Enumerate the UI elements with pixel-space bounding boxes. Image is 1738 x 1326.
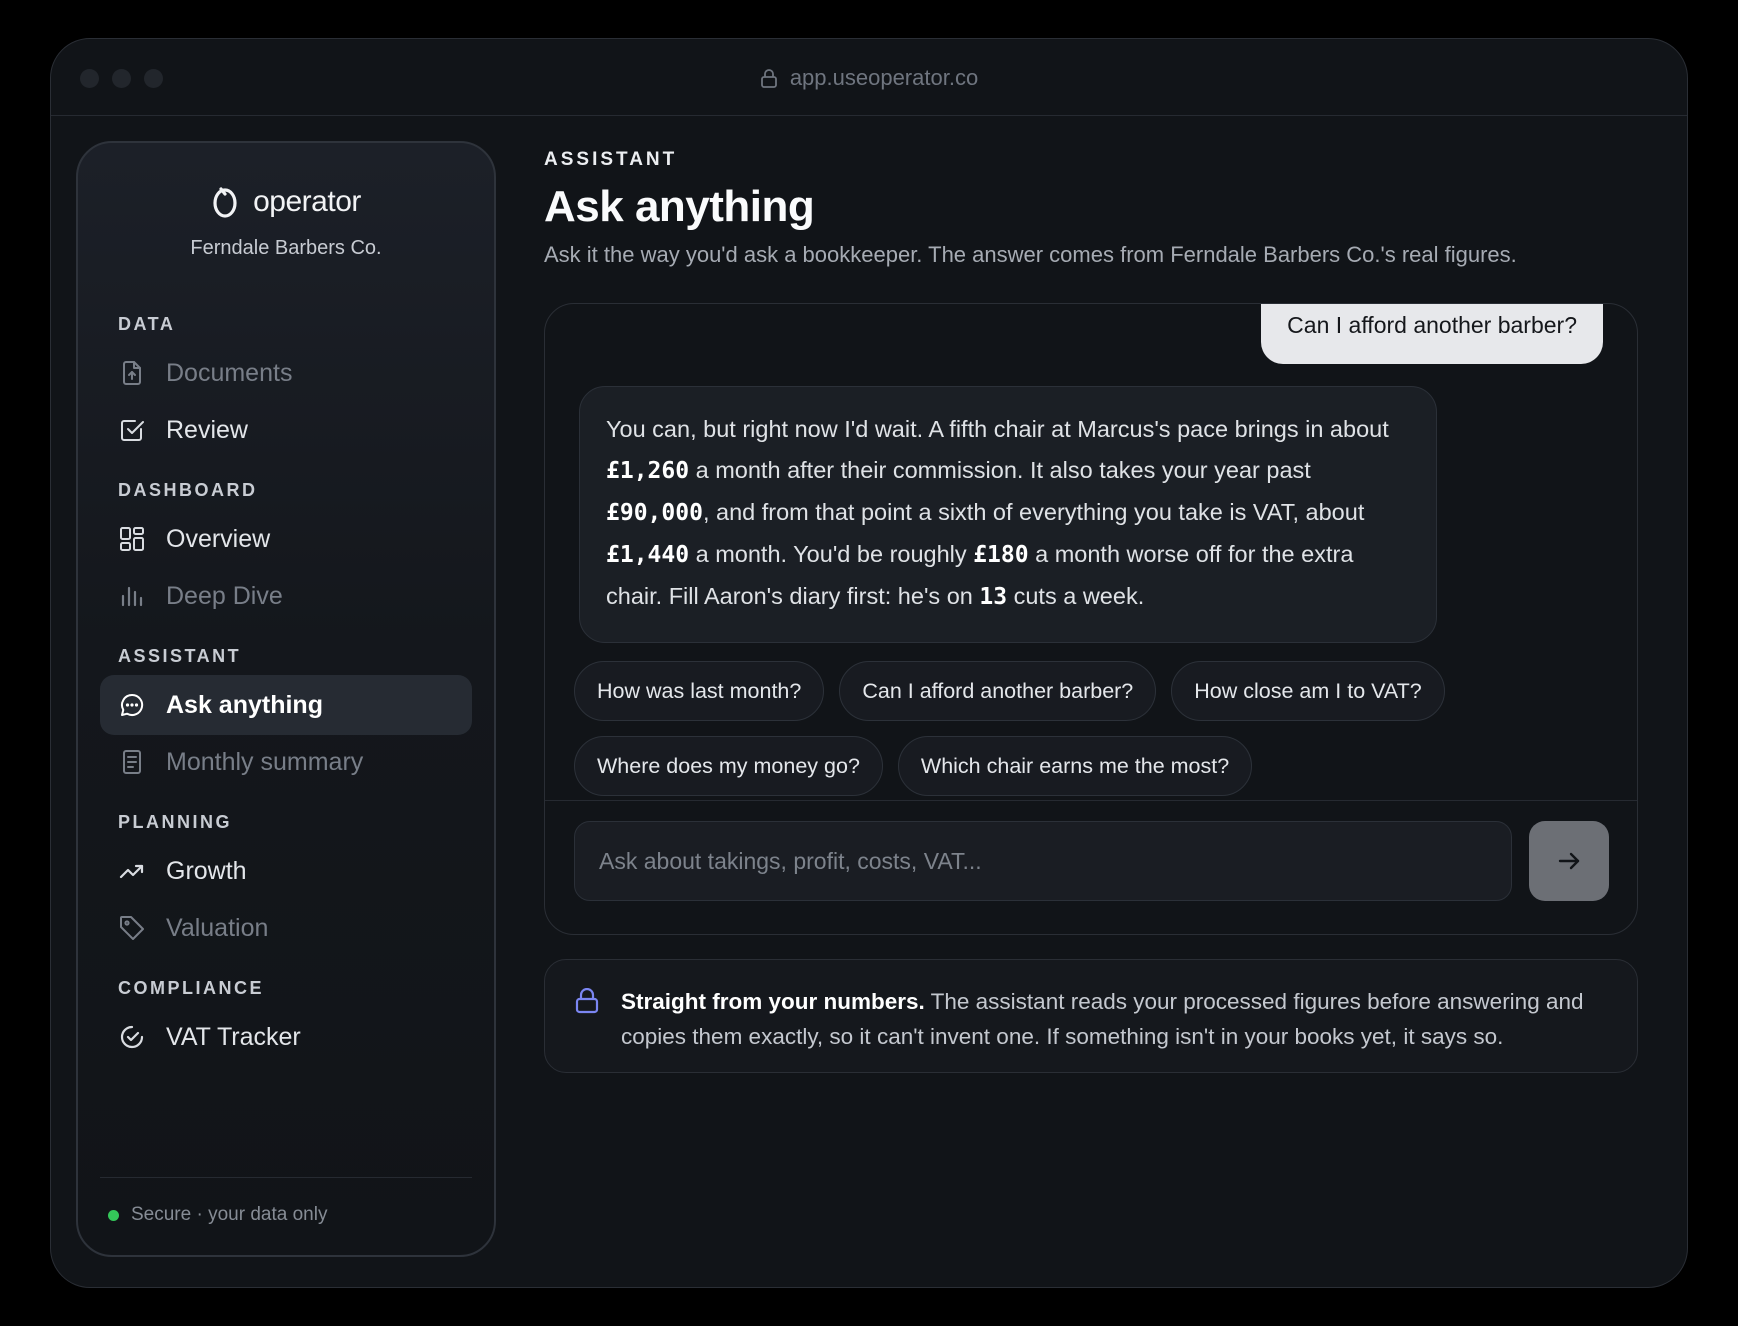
message-text: a month. You'd be roughly <box>689 541 974 567</box>
suggestion-chip[interactable]: Which chair earns me the most? <box>897 736 1253 796</box>
data-source-notice: Straight from your numbers. The assistan… <box>544 959 1638 1073</box>
send-button[interactable] <box>1529 821 1609 901</box>
grid-icon <box>120 527 144 551</box>
figure-value: £1,260 <box>606 458 690 484</box>
document-upload-icon <box>123 361 141 385</box>
trend-up-icon <box>119 864 144 879</box>
user-message: Can I afford another barber? <box>1261 304 1603 364</box>
assistant-message: You can, but right now I'd wait. A fifth… <box>579 386 1437 643</box>
sidebar-item-overview[interactable]: Overview <box>100 509 472 569</box>
sidebar-divider <box>100 1177 472 1178</box>
status-dot-icon <box>108 1209 119 1221</box>
secure-status: Secure · your data only <box>108 1204 327 1226</box>
page-subtitle: Ask it the way you'd ask a bookkeeper. T… <box>544 242 1517 267</box>
chat-panel: Can I afford another barber? You can, bu… <box>544 303 1638 935</box>
sidebar-item-label: Overview <box>166 524 271 553</box>
company-name: Ferndale Barbers Co. <box>190 237 382 259</box>
message-text: You can, but right now I'd wait. A fifth… <box>606 416 1389 442</box>
suggestion-chips: How was last month? Can I afford another… <box>574 661 1614 796</box>
section-label-assistant: ASSISTANT <box>118 646 242 666</box>
lock-icon <box>760 69 777 88</box>
sidebar-item-vat-tracker[interactable]: VAT Tracker <box>100 1007 472 1067</box>
figure-value: 13 <box>979 584 1008 610</box>
sidebar-item-review[interactable]: Review <box>100 400 472 460</box>
suggestion-chip[interactable]: How close am I to VAT? <box>1171 661 1445 721</box>
url-text: app.useoperator.co <box>789 65 979 90</box>
section-label-planning: PLANNING <box>118 812 232 832</box>
section-label-dashboard: DASHBOARD <box>118 480 258 500</box>
notice-heading: Straight from your numbers. <box>621 989 925 1014</box>
tag-icon <box>120 916 144 940</box>
message-text: cuts a week. <box>1007 583 1145 609</box>
input-divider <box>545 800 1637 801</box>
gauge-icon <box>120 1025 144 1049</box>
report-icon <box>123 750 141 774</box>
chat-input[interactable] <box>574 821 1512 901</box>
sidebar-item-label: Documents <box>166 358 293 387</box>
secure-status-text: Secure · your data only <box>131 1204 328 1225</box>
sidebar-item-ask-anything[interactable]: Ask anything <box>100 675 472 735</box>
figure-value: £1,440 <box>606 542 690 568</box>
figure-value: £180 <box>973 542 1029 568</box>
sidebar-item-valuation[interactable]: Valuation <box>100 898 472 958</box>
suggestion-chip[interactable]: Where does my money go? <box>574 736 883 796</box>
section-label-data: DATA <box>118 314 176 334</box>
sidebar-item-label: VAT Tracker <box>166 1022 301 1051</box>
brand-name: operator <box>253 185 361 218</box>
notice-text: Straight from your numbers. The assistan… <box>621 984 1611 1054</box>
sidebar-item-label: Monthly summary <box>166 747 364 776</box>
message-text: , and from that point a sixth of everyth… <box>702 499 1365 525</box>
sidebar-item-label: Ask anything <box>166 690 323 719</box>
sidebar-item-label: Valuation <box>166 913 269 942</box>
section-label-compliance: COMPLIANCE <box>118 978 264 998</box>
sidebar-item-label: Review <box>166 415 248 444</box>
lock-icon <box>575 988 599 1014</box>
sidebar-item-label: Growth <box>166 856 247 885</box>
suggestion-chip[interactable]: How was last month? <box>574 661 825 721</box>
sidebar-item-monthly-summary[interactable]: Monthly summary <box>100 732 472 792</box>
chat-bubble-icon <box>121 693 144 716</box>
figure-value: £90,000 <box>606 500 703 526</box>
message-text: a month after their commission. It also … <box>689 457 1311 483</box>
suggestion-chip[interactable]: Can I afford another barber? <box>839 661 1157 721</box>
sidebar-item-label: Deep Dive <box>166 581 283 610</box>
sidebar-item-documents[interactable]: Documents <box>100 343 472 403</box>
address-bar[interactable]: app.useoperator.co <box>51 65 1687 91</box>
sidebar-item-deep-dive[interactable]: Deep Dive <box>100 566 472 626</box>
checkbox-icon <box>121 420 144 441</box>
sidebar: operator Ferndale Barbers Co. DATA Docum… <box>76 141 496 1257</box>
title-bar: app.useoperator.co <box>51 39 1687 116</box>
page-title: Ask anything <box>544 182 815 231</box>
page-eyebrow: ASSISTANT <box>544 149 678 170</box>
arrow-right-icon <box>1558 852 1580 870</box>
sidebar-item-growth[interactable]: Growth <box>100 841 472 901</box>
browser-window: app.useoperator.co operator Ferndale Bar… <box>50 38 1688 1288</box>
bar-chart-icon <box>121 586 143 607</box>
operator-logo-icon <box>213 187 237 218</box>
brand-logo[interactable]: operator <box>78 185 494 219</box>
